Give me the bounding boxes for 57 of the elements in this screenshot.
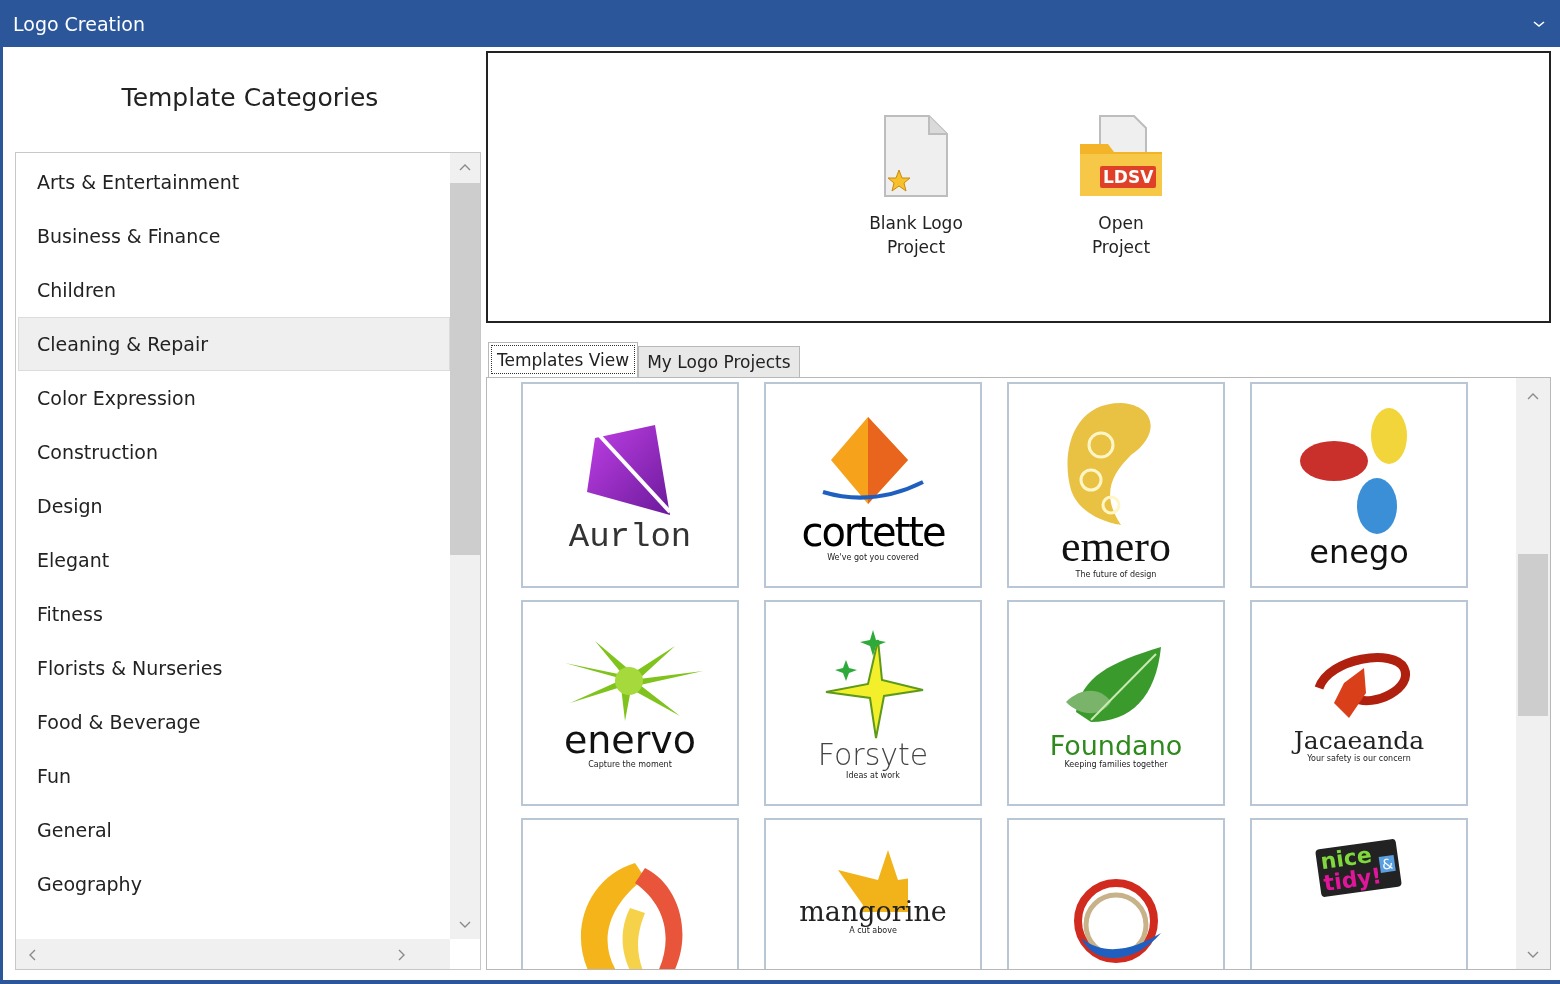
- category-item[interactable]: Florists & Nurseries: [18, 641, 450, 695]
- logo-tagline: Keeping families together: [1064, 759, 1168, 769]
- category-item[interactable]: Food & Beverage: [18, 695, 450, 749]
- logo-name: Jacaeanda: [1293, 727, 1425, 753]
- logo-tagline: Your safety is our concern: [1307, 753, 1411, 763]
- collapse-icon[interactable]: [1532, 18, 1546, 29]
- template-tile[interactable]: Jacaeanda Your safety is our concern: [1250, 600, 1468, 806]
- folder-label: LDSV: [1100, 166, 1157, 189]
- category-item[interactable]: Fun: [18, 749, 450, 803]
- horizontal-scrollbar[interactable]: [16, 939, 450, 969]
- vertical-scrollbar[interactable]: [450, 153, 480, 939]
- category-item[interactable]: General: [18, 803, 450, 857]
- category-item[interactable]: Children: [18, 263, 450, 317]
- window-title: Logo Creation: [13, 12, 145, 35]
- tab[interactable]: Templates View: [488, 342, 639, 377]
- template-tile[interactable]: Aurlon: [521, 382, 739, 588]
- logo-name: mangorine: [799, 898, 947, 925]
- category-item[interactable]: Cleaning & Repair: [18, 317, 450, 371]
- category-item[interactable]: Design: [18, 479, 450, 533]
- category-item[interactable]: Elegant: [18, 533, 450, 587]
- logo-tagline: A cut above: [849, 926, 897, 935]
- scroll-thumb[interactable]: [450, 183, 480, 555]
- project-button[interactable]: Blank Logo Project: [853, 110, 979, 264]
- project-button[interactable]: LDSV Open Project: [1058, 110, 1184, 264]
- tab[interactable]: My Logo Projects: [638, 346, 800, 377]
- logo-name: Forsyte: [817, 740, 929, 770]
- template-tile[interactable]: nice & tidy!: [1250, 818, 1468, 969]
- logo-name: emero: [1061, 525, 1171, 569]
- category-item[interactable]: Geography: [18, 857, 450, 911]
- document-star-icon: [881, 114, 951, 199]
- template-tile[interactable]: Foundano Keeping families together: [1007, 600, 1225, 806]
- template-tile[interactable]: cortette We've got you covered: [764, 382, 982, 588]
- logo-mark: &: [1379, 855, 1397, 873]
- logo-name: cortette: [801, 512, 945, 552]
- logo-tagline: Ideas at work: [846, 771, 900, 780]
- logo-tagline: We've got you covered: [827, 553, 919, 562]
- template-tile[interactable]: enervo Capture the moment: [521, 600, 739, 806]
- category-item[interactable]: Fitness: [18, 587, 450, 641]
- logo-name: enervo: [563, 721, 697, 759]
- category-item[interactable]: Arts & Entertainment: [18, 155, 450, 209]
- template-tile[interactable]: mangorine A cut above: [764, 818, 982, 969]
- logo-name: Foundano: [1049, 731, 1183, 759]
- logo-name: enego: [1309, 536, 1409, 568]
- vertical-scrollbar[interactable]: [1516, 378, 1550, 969]
- logo-tagline: Capture the moment: [588, 760, 672, 769]
- logo-name: Aurlon: [568, 520, 692, 554]
- template-tile[interactable]: Forsyte Ideas at work: [764, 600, 982, 806]
- category-item[interactable]: Construction: [18, 425, 450, 479]
- category-item[interactable]: Business & Finance: [18, 209, 450, 263]
- category-item[interactable]: Color Expression: [18, 371, 450, 425]
- scroll-thumb[interactable]: [1518, 554, 1548, 716]
- template-tile[interactable]: enego: [1250, 382, 1468, 588]
- panel-heading: Template Categories: [120, 82, 380, 114]
- template-tile[interactable]: [1007, 818, 1225, 969]
- template-tile[interactable]: emero The future of design: [1007, 382, 1225, 588]
- template-tile[interactable]: [521, 818, 739, 969]
- logo-tagline: The future of design: [1075, 570, 1157, 579]
